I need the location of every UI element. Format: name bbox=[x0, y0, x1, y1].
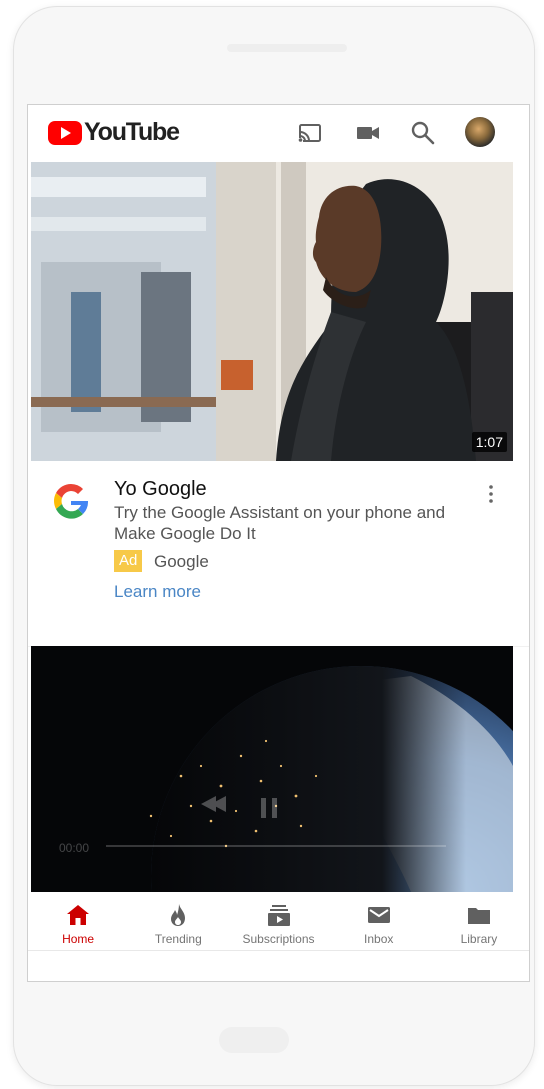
earth-thumbnail bbox=[106, 666, 513, 892]
nav-inbox[interactable]: Inbox bbox=[329, 892, 429, 950]
youtube-logo[interactable]: YouTube bbox=[48, 118, 180, 147]
thumbnail-scene bbox=[31, 162, 513, 461]
ad-card[interactable]: Yo Google Try the Google Assistant on yo… bbox=[28, 461, 529, 646]
nav-home-label: Home bbox=[62, 932, 95, 946]
nav-subscriptions[interactable]: Subscriptions bbox=[228, 892, 328, 950]
search-icon[interactable] bbox=[409, 119, 437, 147]
more-options-icon[interactable] bbox=[486, 483, 496, 505]
mail-icon bbox=[367, 907, 390, 923]
subscriptions-icon bbox=[267, 905, 290, 926]
nav-home[interactable]: Home bbox=[28, 892, 128, 950]
folder-icon bbox=[467, 908, 490, 924]
youtube-play-icon bbox=[48, 120, 82, 145]
video-player[interactable]: 00:00 bbox=[31, 646, 513, 892]
player-current-time: 00:00 bbox=[59, 841, 90, 855]
flame-icon bbox=[171, 904, 186, 926]
account-avatar[interactable] bbox=[465, 117, 495, 147]
nav-library[interactable]: Library bbox=[429, 892, 529, 950]
nav-trending[interactable]: Trending bbox=[128, 892, 228, 950]
phone-speaker bbox=[227, 44, 347, 52]
learn-more-link[interactable]: Learn more bbox=[114, 582, 201, 602]
app-screen: YouTube 1:07 Yo Google Try the Google As… bbox=[27, 104, 530, 982]
google-logo-icon bbox=[54, 484, 89, 519]
brand-name: YouTube bbox=[84, 118, 180, 146]
nav-inbox-label: Inbox bbox=[364, 932, 394, 946]
phone-home-button bbox=[219, 1027, 289, 1053]
bottom-divider bbox=[28, 950, 529, 951]
ad-description: Try the Google Assistant on your phone a… bbox=[114, 503, 446, 543]
cast-icon[interactable] bbox=[296, 119, 324, 147]
video-duration: 1:07 bbox=[471, 432, 507, 452]
nav-library-label: Library bbox=[460, 932, 498, 946]
nav-trending-label: Trending bbox=[154, 932, 202, 946]
home-icon bbox=[67, 905, 90, 925]
top-app-bar: YouTube bbox=[28, 105, 529, 161]
video-camera-icon[interactable] bbox=[354, 119, 382, 147]
ad-badge: Ad bbox=[114, 550, 143, 572]
ad-advertiser: Google bbox=[154, 552, 209, 571]
bottom-navigation: Home Trending Subscriptions Inbox Librar… bbox=[28, 892, 529, 950]
video-thumbnail[interactable]: 1:07 bbox=[31, 162, 513, 461]
nav-subscriptions-label: Subscriptions bbox=[242, 932, 315, 946]
ad-title: Yo Google bbox=[114, 478, 207, 500]
